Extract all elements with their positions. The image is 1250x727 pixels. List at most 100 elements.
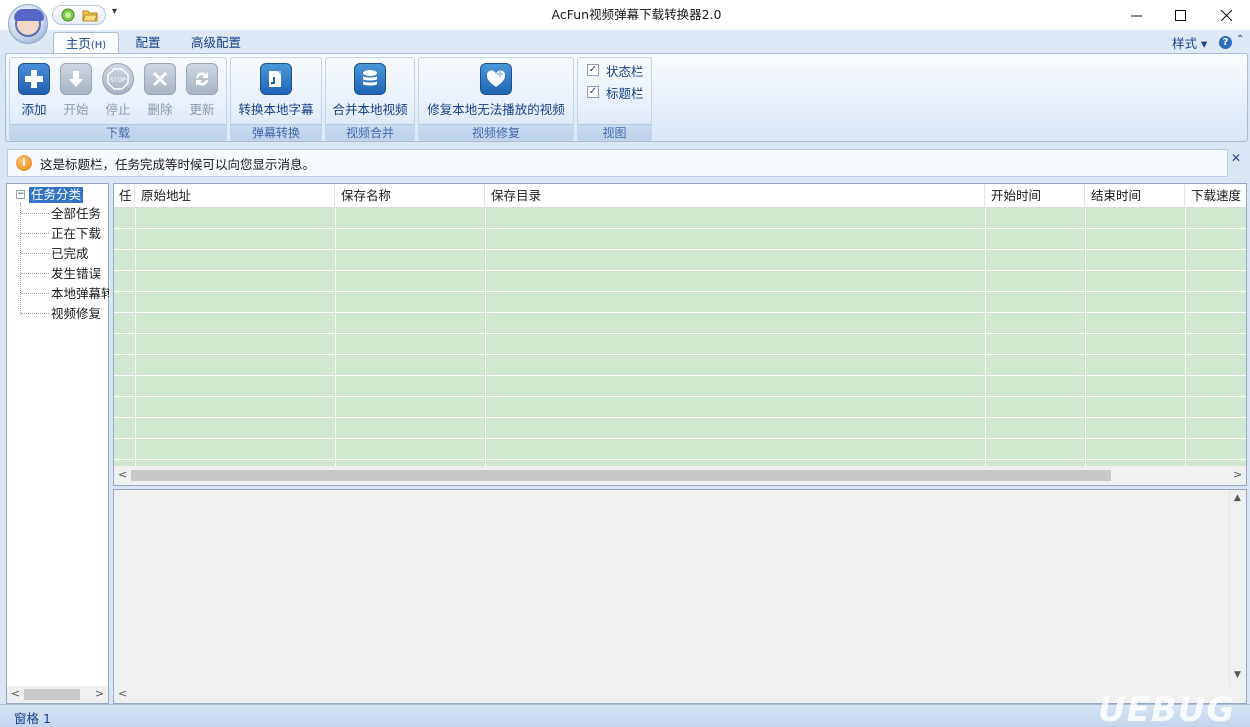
- repair-video-button[interactable]: 修复本地无法播放的视频: [419, 60, 573, 118]
- delete-x-icon: [144, 63, 176, 95]
- scroll-left-icon[interactable]: <: [118, 468, 127, 481]
- task-category-tree: − 任务分类 全部任务 正在下载 已完成 发生错误 本地弹幕转 视频修复 < >: [6, 183, 109, 704]
- quick-access-toolbar: [52, 5, 106, 25]
- update-label: 更新: [189, 102, 215, 117]
- info-bar: i 这是标题栏，任务完成等时候可以向您显示消息。: [7, 149, 1228, 177]
- collapse-icon[interactable]: −: [16, 190, 25, 199]
- qat-customize-button[interactable]: ▾: [112, 6, 117, 17]
- scroll-up-icon[interactable]: ▲: [1234, 493, 1241, 503]
- scroll-right-icon[interactable]: >: [1233, 468, 1242, 481]
- grid-row-line: [114, 228, 1246, 229]
- close-button[interactable]: [1203, 0, 1249, 30]
- grid-row-line: [114, 312, 1246, 313]
- grid-horizontal-scrollbar[interactable]: < >: [114, 466, 1246, 485]
- detail-vertical-scrollbar[interactable]: ▲ ▼: [1229, 490, 1246, 686]
- status-bar-label: 状态栏: [606, 63, 644, 79]
- tab-advanced-config[interactable]: 高级配置: [183, 32, 249, 54]
- column-header-task[interactable]: 任: [114, 184, 135, 208]
- convert-subtitle-label: 转换本地字幕: [238, 102, 314, 117]
- grid-row-line: [114, 396, 1246, 397]
- help-icon[interactable]: ?: [1219, 36, 1232, 49]
- grid-column-line: [135, 208, 136, 466]
- info-bar-close-button[interactable]: ✕: [1231, 151, 1241, 165]
- column-header-save-name[interactable]: 保存名称: [335, 184, 485, 208]
- application-menu-button[interactable]: [8, 4, 48, 44]
- status-bar-toggle[interactable]: ✓ 状态栏: [587, 61, 644, 79]
- grid-body[interactable]: [114, 208, 1246, 466]
- grid-row-line: [114, 354, 1246, 355]
- video-merge-group-label: 视频合并: [326, 124, 414, 140]
- tree-branch: [21, 313, 49, 314]
- title-bar-toggle[interactable]: ✓ 标题栏: [587, 83, 644, 101]
- tree-item-downloading[interactable]: 正在下载: [51, 226, 109, 242]
- scroll-thumb[interactable]: [131, 470, 1111, 481]
- tree-root-label: 任务分类: [29, 186, 84, 203]
- delete-button[interactable]: 删除: [139, 60, 181, 118]
- open-folder-icon[interactable]: [82, 8, 98, 22]
- start-label: 开始: [63, 102, 89, 117]
- scroll-right-icon[interactable]: >: [95, 687, 104, 700]
- tree-item-errors[interactable]: 发生错误: [51, 266, 109, 282]
- convert-document-icon: [260, 63, 292, 95]
- stop-label: 停止: [105, 102, 131, 117]
- ribbon-collapse-icon[interactable]: ⌃: [1236, 34, 1244, 45]
- danmaku-convert-group: 转换本地字幕 弹幕转换: [230, 57, 322, 141]
- grid-row-line: [114, 291, 1246, 292]
- scroll-thumb[interactable]: [24, 689, 80, 700]
- detail-horizontal-scrollbar[interactable]: <: [114, 686, 1246, 703]
- tree-item-local-danmaku[interactable]: 本地弹幕转: [51, 286, 109, 302]
- grid-row-line: [114, 459, 1246, 460]
- grid-column-line: [1085, 208, 1086, 466]
- stop-sign-icon: STOP: [102, 63, 134, 95]
- add-button[interactable]: 添加: [13, 60, 55, 118]
- task-grid: 任 原始地址 保存名称 保存目录 开始时间 结束时间 下载速度 < >: [113, 183, 1247, 486]
- status-bar-checkbox[interactable]: ✓: [587, 64, 599, 76]
- download-group: 添加 开始 STOP 停止 删除 更新 下载: [9, 57, 227, 141]
- convert-subtitle-button[interactable]: 转换本地字幕: [231, 60, 321, 118]
- update-button[interactable]: 更新: [181, 60, 223, 118]
- grid-row-line: [114, 270, 1246, 271]
- tree-connector: [20, 203, 21, 315]
- title-bar-label: 标题栏: [606, 85, 644, 101]
- scroll-left-icon[interactable]: <: [11, 687, 20, 700]
- grid-row-line: [114, 375, 1246, 376]
- tree-branch: [21, 253, 49, 254]
- tree-branch: [21, 293, 49, 294]
- tab-home-label: 主页: [65, 36, 91, 51]
- watermark-logo: UEBUG: [1098, 690, 1236, 727]
- refresh-arrows-icon: [186, 63, 218, 95]
- stop-button[interactable]: STOP 停止: [97, 60, 139, 118]
- style-menu[interactable]: 样式 ▾: [1172, 33, 1207, 52]
- scroll-down-icon[interactable]: ▼: [1234, 670, 1241, 680]
- refresh-icon[interactable]: [60, 8, 76, 22]
- tab-home[interactable]: 主页(H): [53, 32, 119, 54]
- column-header-download-speed[interactable]: 下载速度: [1185, 184, 1246, 208]
- tree-item-completed[interactable]: 已完成: [51, 246, 109, 262]
- tree-item-all-tasks[interactable]: 全部任务: [51, 206, 109, 222]
- download-arrow-icon: [60, 63, 92, 95]
- column-header-end-time[interactable]: 结束时间: [1085, 184, 1185, 208]
- delete-label: 删除: [147, 102, 173, 117]
- video-repair-group-label: 视频修复: [419, 124, 573, 140]
- maximize-button[interactable]: [1157, 0, 1203, 30]
- view-group-label: 视图: [578, 124, 651, 140]
- scroll-left-icon[interactable]: <: [118, 687, 127, 700]
- start-button[interactable]: 开始: [55, 60, 97, 118]
- tab-config[interactable]: 配置: [128, 32, 168, 54]
- grid-row-line: [114, 333, 1246, 334]
- download-group-label: 下载: [10, 124, 226, 140]
- merge-video-button[interactable]: 合并本地视频: [326, 60, 414, 118]
- minimize-button[interactable]: [1113, 0, 1159, 30]
- column-header-source-url[interactable]: 原始地址: [135, 184, 335, 208]
- grid-row-line: [114, 417, 1246, 418]
- title-bar-checkbox[interactable]: ✓: [587, 86, 599, 98]
- grid-column-line: [335, 208, 336, 466]
- tree-root[interactable]: − 任务分类: [16, 186, 84, 203]
- tree-horizontal-scrollbar[interactable]: < >: [7, 686, 108, 703]
- grid-column-line: [985, 208, 986, 466]
- tree-item-video-repair[interactable]: 视频修复: [51, 306, 109, 322]
- anime-avatar-icon: [14, 9, 44, 37]
- column-header-start-time[interactable]: 开始时间: [985, 184, 1085, 208]
- column-header-save-dir[interactable]: 保存目录: [485, 184, 985, 208]
- add-label: 添加: [21, 102, 47, 117]
